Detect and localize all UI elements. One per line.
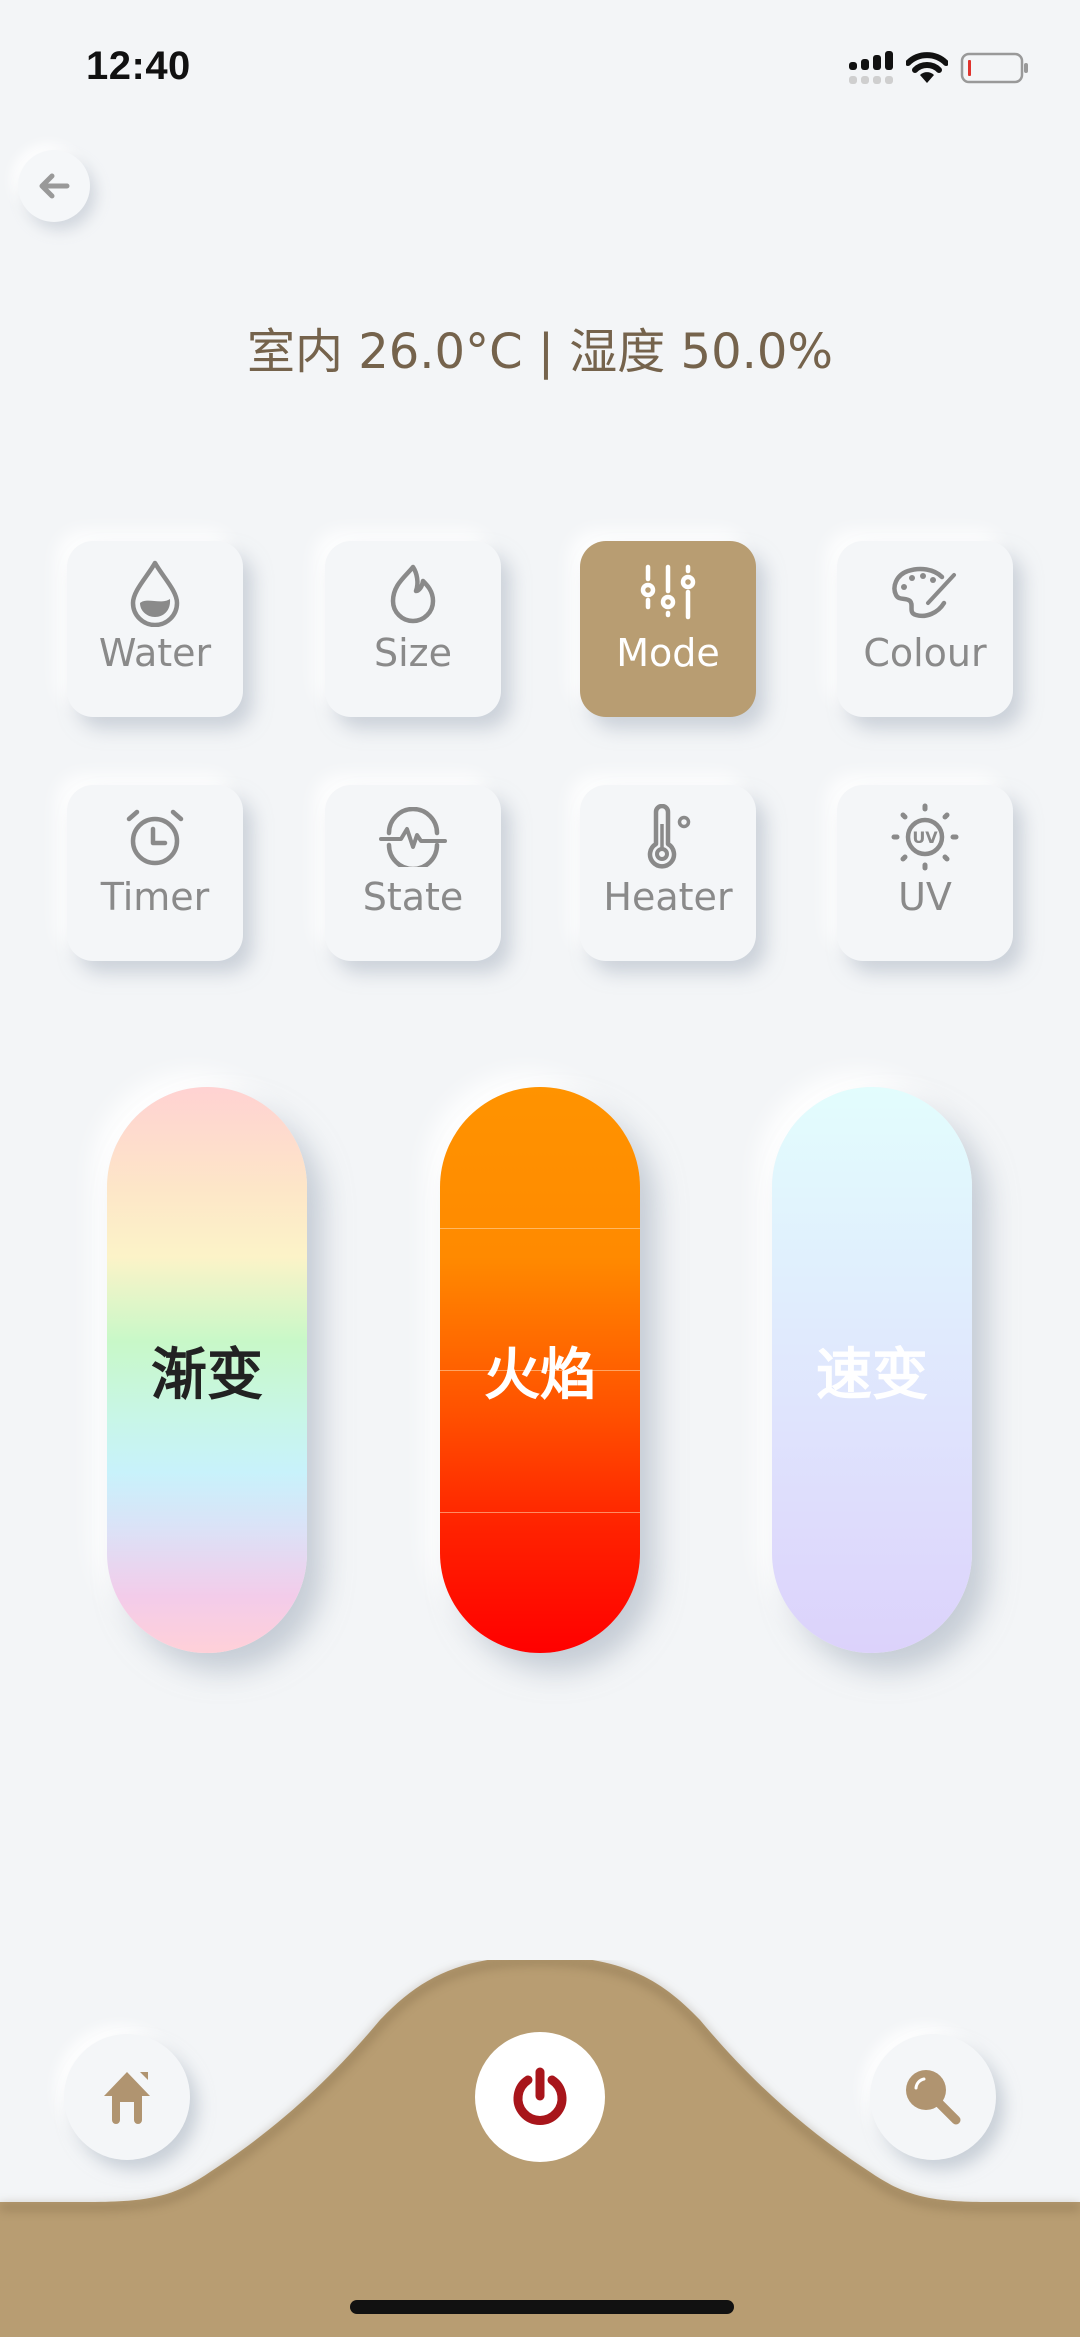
tile-size[interactable]: Size [325,541,501,717]
home-button[interactable] [64,2034,190,2160]
divider [440,1228,640,1229]
power-icon [513,2067,567,2125]
mode-flame-button[interactable]: 火焰 [440,1087,640,1653]
tile-water[interactable]: Water [67,541,243,717]
flame-icon [377,557,449,629]
status-bar: 12:40 [0,0,1080,120]
tile-state[interactable]: State [325,785,501,961]
tile-label: State [362,875,464,919]
pulse-icon [377,801,449,873]
wifi-icon [906,52,948,83]
divider [440,1512,640,1513]
mode-label: 速变 [816,1342,928,1408]
palette-icon [889,557,961,629]
tile-label: Timer [100,875,210,919]
tile-heater[interactable]: Heater [580,785,756,961]
svg-text:UV: UV [912,828,938,847]
tile-label: Water [98,631,212,675]
sliders-icon [632,557,704,629]
battery-low-icon [960,52,1028,84]
uv-sun-icon: UV [889,801,961,873]
tile-mode[interactable]: Mode [580,541,756,717]
tile-timer[interactable]: Timer [67,785,243,961]
tile-label: UV [898,875,952,919]
water-drop-icon [119,557,191,629]
alarm-clock-icon [119,801,191,873]
home-icon [104,2072,150,2124]
search-icon [906,2070,961,2125]
tile-label: Colour [863,631,987,675]
status-time: 12:40 [86,44,191,88]
thermometer-icon [632,801,704,873]
mode-label: 渐变 [151,1342,263,1408]
cellular-signal-icon [849,51,893,84]
climate-readout: 室内 26.0°C | 湿度 50.0% [246,324,834,380]
home-indicator[interactable] [350,2300,734,2314]
mode-label: 火焰 [484,1342,596,1408]
tile-label: Size [373,631,452,675]
search-button[interactable] [870,2034,996,2160]
tile-label: Mode [616,631,720,675]
back-button[interactable] [18,150,90,222]
arrow-left-icon [39,173,70,199]
power-button[interactable] [475,2032,605,2162]
mode-gradual-button[interactable]: 渐变 [107,1087,307,1653]
mode-fast-button[interactable]: 速变 [772,1087,972,1653]
tile-uv[interactable]: UV UV [837,785,1013,961]
tile-label: Heater [603,875,733,919]
status-icons [848,50,1030,86]
tile-colour[interactable]: Colour [837,541,1013,717]
